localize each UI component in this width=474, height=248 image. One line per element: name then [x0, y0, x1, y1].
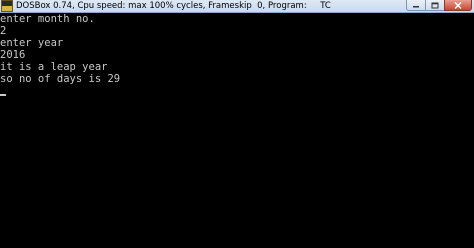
console-line: enter month no. [0, 13, 95, 25]
minimize-icon [413, 6, 419, 8]
title-bar[interactable]: DOSBox 0.74, Cpu speed: max 100% cycles,… [0, 0, 474, 13]
maximize-icon [431, 2, 439, 8]
caption-buttons [406, 0, 472, 12]
maximize-button[interactable] [425, 0, 445, 11]
minimize-button[interactable] [406, 0, 426, 11]
close-icon [454, 1, 462, 9]
console-line: 2 [0, 25, 7, 37]
console-line: enter year [0, 37, 64, 49]
close-button[interactable] [444, 0, 472, 11]
console-prompt-line [0, 85, 474, 97]
dosbox-window: DOSBox 0.74, Cpu speed: max 100% cycles,… [0, 0, 474, 248]
console-line: 2016 [0, 49, 26, 61]
console-output[interactable]: enter month no. 2 enter year 2016 it is … [0, 13, 474, 248]
window-title: DOSBox 0.74, Cpu speed: max 100% cycles,… [16, 1, 331, 11]
console-line: it is a leap year [0, 61, 108, 73]
dosbox-app-icon[interactable] [1, 0, 13, 12]
text-cursor [0, 94, 6, 96]
console-line: so no of days is 29 [0, 73, 121, 85]
